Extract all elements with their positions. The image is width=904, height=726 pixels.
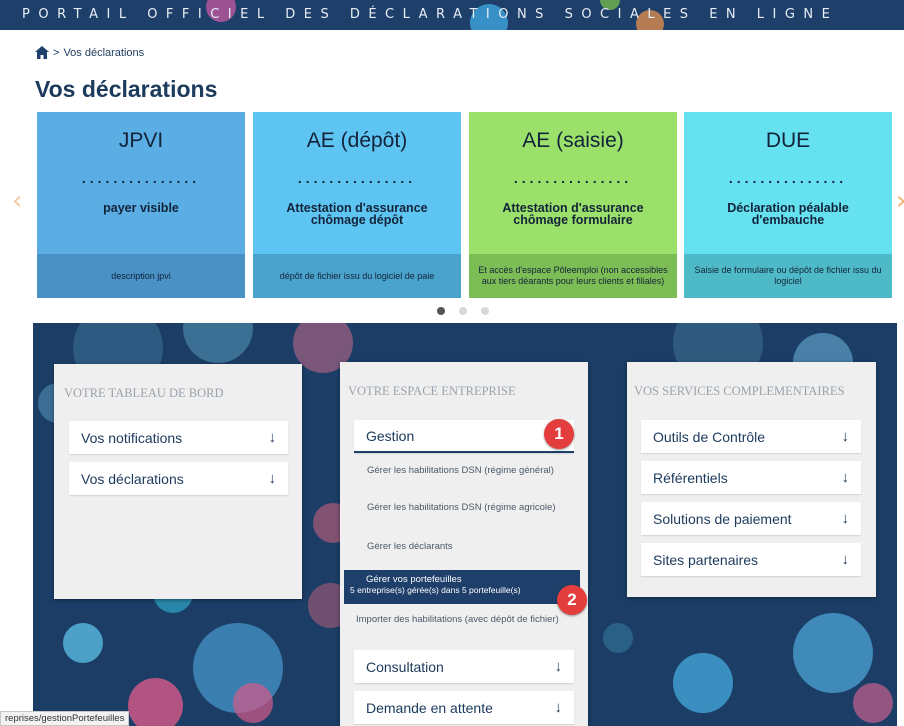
card-divider: ............... xyxy=(81,170,201,186)
notifications-button[interactable]: Vos notifications ↓ xyxy=(69,421,288,454)
gerer-portefeuilles-title: Gérer vos portefeuilles xyxy=(366,574,462,585)
link-habilitations-agricole[interactable]: Gérer les habilitations DSN (régime agri… xyxy=(367,503,567,513)
sites-partenaires-button[interactable]: Sites partenaires ↓ xyxy=(641,543,861,576)
arrow-down-icon: ↓ xyxy=(841,551,850,568)
card-divider: ............... xyxy=(728,170,848,186)
carousel-pager xyxy=(437,307,489,315)
arrow-down-icon: ↓ xyxy=(554,658,563,675)
card-title: DUE xyxy=(765,129,811,152)
card-subtitle: Déclaration péalable d'embauche xyxy=(727,201,849,227)
breadcrumb-separator: > xyxy=(53,46,60,59)
card-subtitle: Attestation d'assurance chômage formulai… xyxy=(502,201,644,227)
card-subtitle: payer visible xyxy=(103,201,179,215)
card-divider: ............... xyxy=(513,170,633,186)
home-icon[interactable] xyxy=(35,46,49,59)
referentiels-button[interactable]: Référentiels ↓ xyxy=(641,461,861,494)
gestion-button[interactable]: Gestion xyxy=(354,420,574,453)
arrow-down-icon: ↓ xyxy=(554,699,563,716)
referentiels-label: Référentiels xyxy=(653,469,728,486)
demande-attente-label: Demande en attente xyxy=(366,699,493,716)
card-divider: ............... xyxy=(297,170,417,186)
solutions-paiement-button[interactable]: Solutions de paiement ↓ xyxy=(641,502,861,535)
enterprise-heading: VOTRE ESPACE ENTREPRISE xyxy=(348,384,516,398)
consultation-button[interactable]: Consultation ↓ xyxy=(354,650,574,683)
card-subtitle: Attestation d'assurance chômage dépôt xyxy=(286,201,428,227)
dashboard-panel: VOTRE TABLEAU DE BORD Vos notifications … xyxy=(54,364,302,599)
services-panel: VOS SERVICES COMPLEMENTAIRES Outils de C… xyxy=(627,362,876,597)
notifications-label: Vos notifications xyxy=(81,429,183,446)
card-footer: description jpvi xyxy=(37,254,245,298)
carousel-card-ae-depot[interactable]: AE (dépôt) ............... Attestation d… xyxy=(253,112,461,298)
card-title: JPVI xyxy=(118,129,164,152)
services-heading: VOS SERVICES COMPLEMENTAIRES xyxy=(634,384,845,398)
arrow-down-icon: ↓ xyxy=(268,470,277,487)
card-footer: dépôt de fichier issu du logiciel de pai… xyxy=(253,254,461,298)
demande-attente-button[interactable]: Demande en attente ↓ xyxy=(354,691,574,724)
solutions-paiement-label: Solutions de paiement xyxy=(653,510,792,527)
arrow-down-icon: ↓ xyxy=(841,510,850,527)
banner-text: PORTAIL OFFICIEL DES DÉCLARATIONS SOCIAL… xyxy=(22,7,839,22)
card-footer: Et accès d'espace Pôleemploi (non access… xyxy=(469,254,677,298)
carousel-card-jpvi[interactable]: JPVI ............... payer visible descr… xyxy=(37,112,245,298)
link-gerer-declarants[interactable]: Gérer les déclarants xyxy=(367,542,567,552)
dashboard-heading: VOTRE TABLEAU DE BORD xyxy=(64,386,224,400)
pager-dot-2[interactable] xyxy=(459,307,467,315)
arrow-down-icon: ↓ xyxy=(841,469,850,486)
gestion-label: Gestion xyxy=(366,427,415,444)
card-title: AE (dépôt) xyxy=(306,129,408,152)
card-title: AE (saisie) xyxy=(522,129,624,152)
outils-controle-label: Outils de Contrôle xyxy=(653,428,766,445)
status-url: reprises/gestionPortefeuilles xyxy=(0,711,130,726)
annotation-badge-2: 2 xyxy=(557,585,587,615)
consultation-label: Consultation xyxy=(366,658,444,675)
chevron-left-icon[interactable]: ‹ xyxy=(12,186,22,216)
outils-controle-button[interactable]: Outils de Contrôle ↓ xyxy=(641,420,861,453)
breadcrumb: > Vos déclarations xyxy=(35,46,144,59)
gerer-portefeuilles-sub: 5 entreprise(s) gérée(s) dans 5 portefeu… xyxy=(350,585,521,595)
pager-dot-3[interactable] xyxy=(481,307,489,315)
top-banner: PORTAIL OFFICIEL DES DÉCLARATIONS SOCIAL… xyxy=(0,0,904,30)
gerer-portefeuilles-item[interactable]: Gérer vos portefeuilles 5 entreprise(s) … xyxy=(344,570,580,604)
link-import-habilitations[interactable]: Importer des habilitations (avec dépôt d… xyxy=(356,615,571,625)
arrow-down-icon: ↓ xyxy=(841,428,850,445)
annotation-badge-1: 1 xyxy=(544,419,574,449)
declarations-label: Vos déclarations xyxy=(81,470,184,487)
pager-dot-1[interactable] xyxy=(437,307,445,315)
chevron-right-icon[interactable]: › xyxy=(896,186,904,216)
card-footer: Saisie de formulaire ou dépôt de fichier… xyxy=(684,254,892,298)
breadcrumb-current[interactable]: Vos déclarations xyxy=(63,47,144,59)
page-title: Vos déclarations xyxy=(35,76,218,102)
declarations-button[interactable]: Vos déclarations ↓ xyxy=(69,462,288,495)
sites-partenaires-label: Sites partenaires xyxy=(653,551,759,568)
carousel-card-due[interactable]: DUE ............... Déclaration péalable… xyxy=(684,112,892,298)
carousel-card-ae-saisie[interactable]: AE (saisie) ............... Attestation … xyxy=(469,112,677,298)
enterprise-panel: VOTRE ESPACE ENTREPRISE Gestion Gérer le… xyxy=(340,362,588,726)
arrow-down-icon: ↓ xyxy=(268,429,277,446)
link-habilitations-general[interactable]: Gérer les habilitations DSN (régime géné… xyxy=(367,466,567,476)
